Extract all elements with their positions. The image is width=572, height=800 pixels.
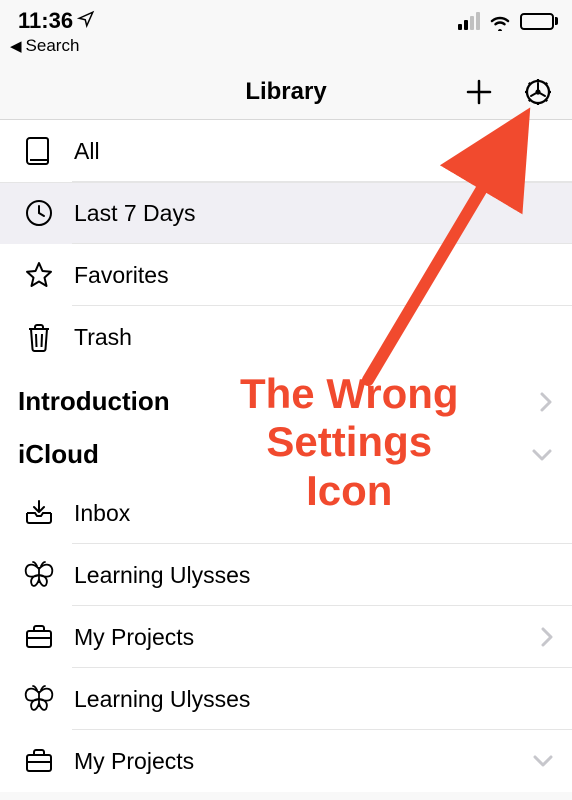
back-to-search[interactable]: ◀ Search bbox=[0, 36, 572, 64]
chevron-down-icon bbox=[532, 754, 554, 768]
filter-label: All bbox=[56, 138, 554, 165]
icloud-item-my-projects-2[interactable]: My Projects bbox=[0, 730, 572, 792]
filter-all[interactable]: All bbox=[0, 120, 572, 182]
list-item-label: My Projects bbox=[56, 748, 532, 775]
chevron-down-icon bbox=[530, 447, 554, 463]
icloud-item-learning-ulysses[interactable]: Learning Ulysses bbox=[0, 544, 572, 606]
butterfly-icon bbox=[22, 685, 56, 713]
filter-label: Last 7 Days bbox=[56, 200, 554, 227]
section-introduction[interactable]: Introduction bbox=[0, 368, 572, 429]
filter-list: All Last 7 Days Favorites bbox=[0, 120, 572, 368]
chevron-right-icon bbox=[538, 390, 554, 414]
book-icon bbox=[22, 134, 56, 168]
trash-icon bbox=[22, 321, 56, 353]
section-title: iCloud bbox=[18, 439, 99, 470]
list-item-label: Inbox bbox=[56, 500, 554, 527]
cellular-icon bbox=[458, 12, 480, 30]
list-item-label: Learning Ulysses bbox=[56, 562, 554, 589]
filter-label: Favorites bbox=[56, 262, 554, 289]
briefcase-icon bbox=[22, 747, 56, 775]
clock-icon bbox=[22, 198, 56, 228]
navbar: Library bbox=[0, 64, 572, 120]
section-title: Introduction bbox=[18, 386, 170, 417]
chevron-right-icon bbox=[540, 626, 554, 648]
filter-trash[interactable]: Trash bbox=[0, 306, 572, 368]
wifi-icon bbox=[488, 11, 512, 31]
back-triangle-icon: ◀ bbox=[10, 37, 22, 55]
add-button[interactable] bbox=[464, 77, 494, 107]
filter-last-7-days[interactable]: Last 7 Days bbox=[0, 182, 572, 244]
list-item-label: Learning Ulysses bbox=[56, 686, 554, 713]
back-label: Search bbox=[26, 36, 80, 56]
icloud-item-my-projects[interactable]: My Projects bbox=[0, 606, 572, 668]
settings-button[interactable] bbox=[522, 76, 554, 108]
butterfly-icon bbox=[22, 561, 56, 589]
icloud-item-learning-ulysses-2[interactable]: Learning Ulysses bbox=[0, 668, 572, 730]
inbox-icon bbox=[22, 499, 56, 527]
status-bar: 11:36 bbox=[0, 0, 572, 36]
filter-favorites[interactable]: Favorites bbox=[0, 244, 572, 306]
status-time: 11:36 bbox=[18, 8, 73, 34]
icloud-item-inbox[interactable]: Inbox bbox=[0, 482, 572, 544]
icloud-list: Inbox Learning Ulysses My Proj bbox=[0, 482, 572, 792]
filter-label: Trash bbox=[56, 324, 554, 351]
list-item-label: My Projects bbox=[56, 624, 540, 651]
location-icon bbox=[77, 8, 95, 34]
star-icon bbox=[22, 260, 56, 290]
section-icloud[interactable]: iCloud bbox=[0, 429, 572, 482]
battery-icon bbox=[520, 13, 558, 30]
briefcase-icon bbox=[22, 623, 56, 651]
